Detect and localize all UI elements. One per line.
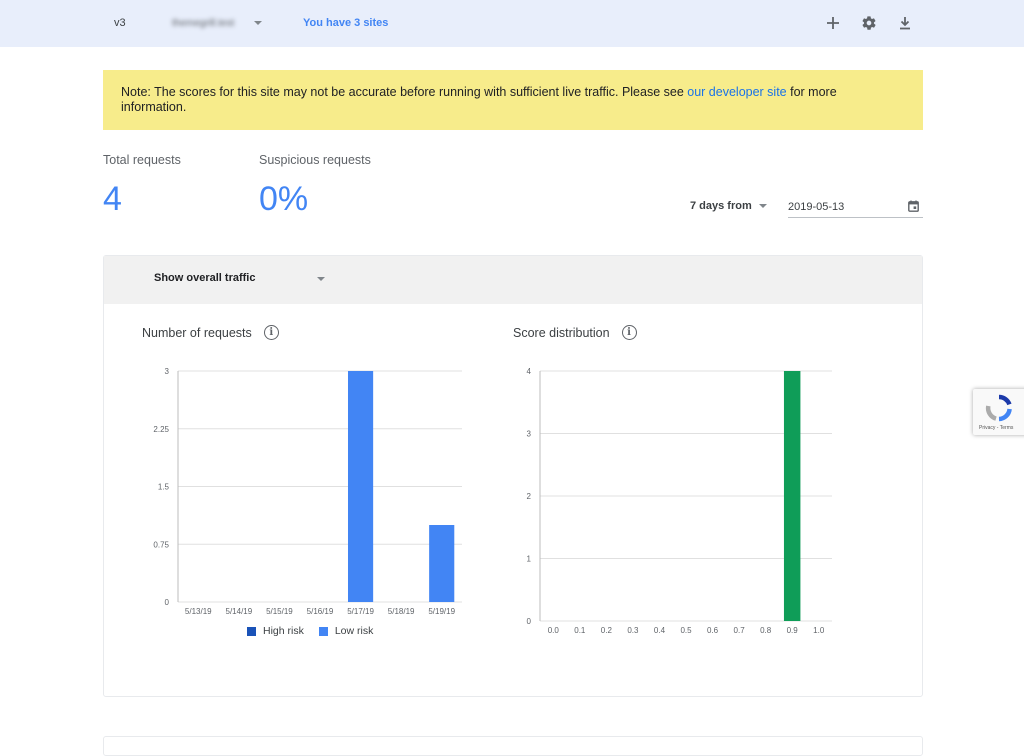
- download-icon[interactable]: [894, 12, 916, 34]
- chevron-down-icon[interactable]: [317, 277, 325, 281]
- x-tick-label: 0.7: [734, 626, 746, 635]
- x-tick-label: 0.5: [680, 626, 692, 635]
- chevron-down-icon: [254, 21, 262, 25]
- x-tick-label: 0.1: [574, 626, 586, 635]
- x-tick-label: 0.0: [548, 626, 560, 635]
- score-chart-title: Score distribution: [513, 325, 610, 340]
- total-requests-value: 4: [103, 180, 122, 218]
- x-tick-label: 5/18/19: [388, 607, 415, 616]
- x-tick-label: 1.0: [813, 626, 825, 635]
- range-label: 7 days from: [690, 200, 752, 212]
- requests-legend: High risk Low risk: [247, 625, 388, 637]
- y-tick-label: 2: [527, 492, 532, 501]
- x-tick-label: 0.4: [654, 626, 666, 635]
- y-tick-label: 0: [527, 617, 532, 626]
- bar-score-09: [783, 371, 801, 621]
- x-tick-label: 0.3: [627, 626, 639, 635]
- suspicious-requests-value: 0%: [259, 180, 309, 218]
- x-tick-label: 5/17/19: [347, 607, 374, 616]
- traffic-select[interactable]: Show overall traffic: [154, 272, 255, 284]
- legend-item-low-risk[interactable]: Low risk: [318, 625, 374, 637]
- y-tick-label: 2.25: [153, 425, 169, 434]
- x-tick-label: 0.9: [787, 626, 799, 635]
- recaptcha-links[interactable]: Privacy - Terms: [979, 425, 1013, 431]
- info-icon[interactable]: i: [263, 325, 279, 340]
- bar-low-risk-51919: [429, 525, 455, 602]
- chevron-down-icon: [758, 204, 767, 208]
- top-bar: v3 themegrill.test You have 3 sites: [0, 0, 1024, 47]
- developer-site-link[interactable]: our developer site: [687, 85, 786, 99]
- x-tick-label: 5/14/19: [226, 607, 253, 616]
- y-tick-label: 1: [527, 555, 532, 564]
- x-tick-label: 0.2: [601, 626, 613, 635]
- x-tick-label: 0.8: [760, 626, 772, 635]
- info-icon[interactable]: i: [621, 325, 637, 340]
- plus-icon[interactable]: [822, 12, 844, 34]
- note-banner: Note: The scores for this site may not b…: [103, 70, 923, 130]
- bar-low-risk-51719: [347, 371, 374, 602]
- site-name: themegrill.test: [172, 17, 235, 29]
- y-tick-label: 3: [527, 430, 532, 439]
- traffic-card: Show overall traffic Number of requests …: [103, 255, 923, 697]
- recaptcha-badge[interactable]: Privacy - Terms: [973, 389, 1024, 435]
- sites-link[interactable]: You have 3 sites: [303, 17, 388, 29]
- y-tick-label: 0: [165, 598, 170, 607]
- secondary-card: [103, 736, 923, 756]
- x-tick-label: 5/16/19: [307, 607, 334, 616]
- requests-chart-title-row: Number of requests i: [142, 325, 279, 340]
- x-tick-label: 5/19/19: [428, 607, 455, 616]
- y-tick-label: 4: [527, 367, 532, 376]
- x-tick-label: 5/15/19: [266, 607, 293, 616]
- site-selector[interactable]: themegrill.test: [172, 15, 262, 31]
- card-header: Show overall traffic: [104, 256, 922, 304]
- x-tick-label: 0.6: [707, 626, 719, 635]
- score-distribution-chart: 0 1 2 3 4 0.0 0.1 0.2 0.3 0.4 0.5 0.6 0.7 0.8 0.9 1.0: [527, 367, 832, 635]
- date-input[interactable]: 2019-05-13: [788, 197, 923, 218]
- calendar-icon[interactable]: [908, 200, 919, 215]
- date-value: 2019-05-13: [788, 201, 845, 213]
- legend-label-high-risk: High risk: [263, 625, 304, 637]
- version-label: v3: [114, 17, 126, 29]
- y-tick-label: 0.75: [153, 540, 169, 549]
- y-tick-label: 1.5: [158, 483, 170, 492]
- legend-swatch-high-risk: [247, 626, 256, 636]
- requests-chart: 0 0.75 1.5 2.25 3 5/13/19 5/14/19 5/15/19 5/16/1…: [153, 367, 462, 616]
- x-tick-label: 5/13/19: [185, 607, 212, 616]
- legend-label-low-risk: Low risk: [334, 625, 374, 637]
- gear-icon[interactable]: [858, 12, 880, 34]
- requests-chart-title: Number of requests: [142, 325, 252, 340]
- total-requests-label: Total requests: [103, 153, 181, 167]
- score-chart-title-row: Score distribution i: [513, 325, 637, 340]
- legend-swatch-low-risk: [318, 626, 328, 636]
- range-selector[interactable]: 7 days from: [690, 200, 767, 212]
- legend-item-high-risk[interactable]: High risk: [247, 625, 304, 637]
- suspicious-requests-label: Suspicious requests: [259, 153, 371, 167]
- note-text-before: Note: The scores for this site may not b…: [121, 85, 688, 99]
- y-tick-label: 3: [165, 367, 170, 376]
- recaptcha-logo-icon: [985, 394, 1012, 422]
